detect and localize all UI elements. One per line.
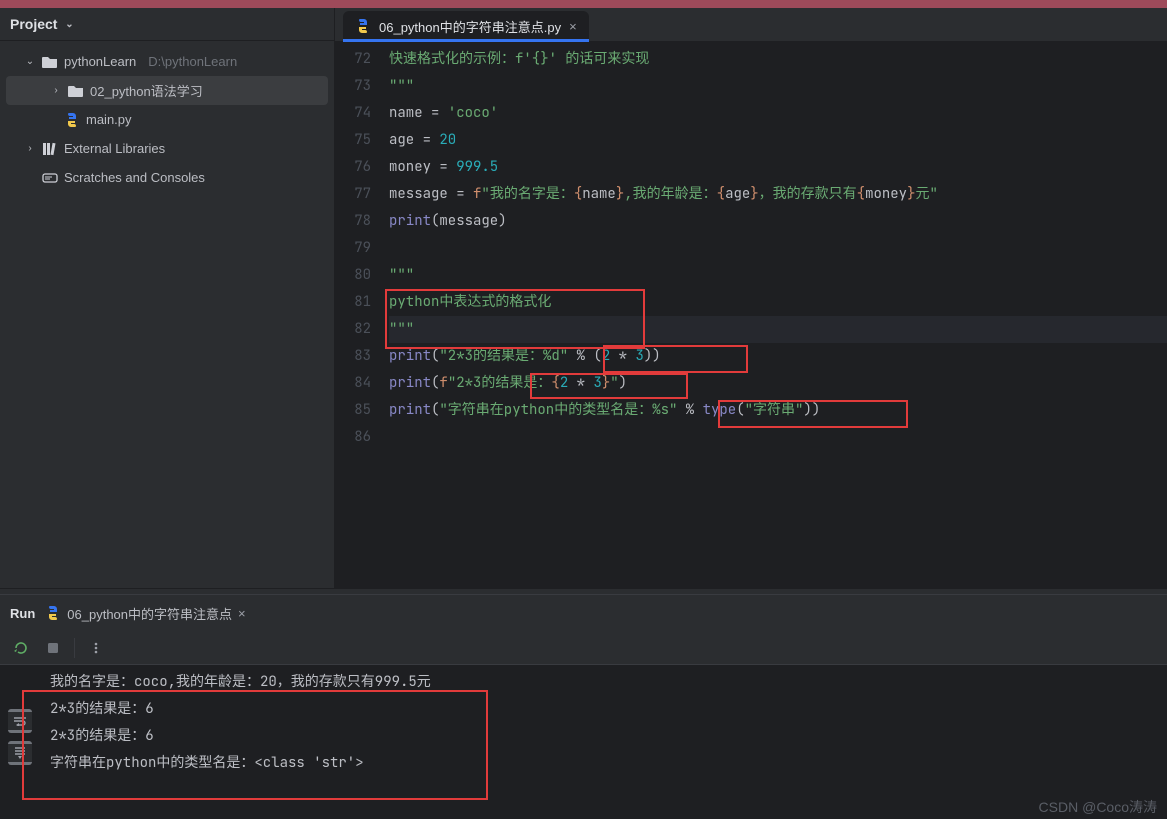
code-line[interactable]: money = 999.5 [389,154,1167,181]
tree-root-path: D:\pythonLearn [148,54,237,69]
main-split: Project ⌄ ⌄ pythonLearn D:\pythonLearn ›… [0,8,1167,588]
console-gutter [0,669,40,819]
rerun-button[interactable] [10,637,32,659]
tree-scratches[interactable]: Scratches and Consoles [0,163,334,192]
run-tab-label: 06_python中的字符串注意点 [67,604,232,623]
tree-folder-02[interactable]: › 02_python语法学习 [6,76,328,105]
code-line[interactable]: python中表达式的格式化 [389,289,1167,316]
code-line[interactable]: """ [389,262,1167,289]
tree-root[interactable]: ⌄ pythonLearn D:\pythonLearn [0,47,334,76]
code-line[interactable]: 快速格式化的示例：f'{}' 的话可来实现 [389,46,1167,73]
library-icon [42,142,58,156]
chevron-right-icon[interactable]: › [50,85,62,96]
code-line[interactable]: print(f"2*3的结果是：{2 * 3}") [389,370,1167,397]
python-file-icon [355,18,371,34]
scratches-icon [42,171,58,185]
run-tab[interactable]: 06_python中的字符串注意点 × [45,604,245,623]
watermark: CSDN @Coco涛涛 [1039,797,1157,817]
code-line[interactable] [389,424,1167,451]
run-toolbar [0,631,1167,665]
code-line[interactable]: name = 'coco' [389,100,1167,127]
editor-tab[interactable]: 06_python中的字符串注意点.py × [343,11,589,41]
folder-icon [68,84,84,98]
line-number-gutter: 727374757677787980818283848586 [335,46,385,588]
code-editor[interactable]: 727374757677787980818283848586 快速格式化的示例：… [335,42,1167,588]
scroll-to-end-icon[interactable] [8,741,32,765]
folder-icon [42,55,58,69]
code-line[interactable]: message = f"我的名字是：{name},我的年龄是：{age}，我的存… [389,181,1167,208]
code-line[interactable] [389,235,1167,262]
python-file-icon [64,112,80,128]
tree-file-main[interactable]: main.py [0,105,334,134]
code-line[interactable]: """ [389,73,1167,100]
code-content[interactable]: 快速格式化的示例：f'{}' 的话可来实现"""name = 'coco'age… [385,46,1167,588]
editor-pane: 06_python中的字符串注意点.py × 72737475767778798… [335,8,1167,588]
chevron-down-icon: ⌄ [63,19,75,30]
toolbar-separator [74,638,75,658]
python-file-icon [45,605,61,621]
tree-item-label: 02_python语法学习 [90,81,203,100]
project-tree: ⌄ pythonLearn D:\pythonLearn › 02_python… [0,41,334,198]
more-icon[interactable] [85,637,107,659]
soft-wrap-icon[interactable] [8,709,32,733]
tree-external-libs[interactable]: › External Libraries [0,134,334,163]
close-icon[interactable]: × [569,19,577,34]
project-sidebar: Project ⌄ ⌄ pythonLearn D:\pythonLearn ›… [0,8,335,588]
window-titlebar-strip [0,0,1167,8]
code-line[interactable]: print("字符串在python中的类型名是：%s" % type("字符串"… [389,397,1167,424]
chevron-right-icon[interactable]: › [24,143,36,154]
editor-tabbar: 06_python中的字符串注意点.py × [335,8,1167,42]
console-output[interactable]: 我的名字是：coco,我的年龄是：20，我的存款只有999.5元 2*3的结果是… [40,669,1167,819]
tree-root-name: pythonLearn [64,54,136,69]
console: 我的名字是：coco,我的年龄是：20，我的存款只有999.5元 2*3的结果是… [0,665,1167,819]
run-panel: Run 06_python中的字符串注意点 × 我的名 [0,594,1167,819]
tab-filename: 06_python中的字符串注意点.py [379,17,561,36]
run-title: Run [10,606,35,621]
project-tool-header[interactable]: Project ⌄ [0,8,334,41]
run-header: Run 06_python中的字符串注意点 × [0,595,1167,631]
close-icon[interactable]: × [238,606,246,621]
code-line[interactable]: print(message) [389,208,1167,235]
chevron-down-icon[interactable]: ⌄ [24,56,36,67]
project-title: Project [10,16,57,32]
tree-item-label: External Libraries [64,141,165,156]
code-line[interactable]: print("2*3的结果是：%d" % (2 * 3)) [389,343,1167,370]
code-line[interactable]: """ [389,316,1167,343]
stop-button[interactable] [42,637,64,659]
code-line[interactable]: age = 20 [389,127,1167,154]
tree-item-label: main.py [86,112,132,127]
tree-item-label: Scratches and Consoles [64,170,205,185]
